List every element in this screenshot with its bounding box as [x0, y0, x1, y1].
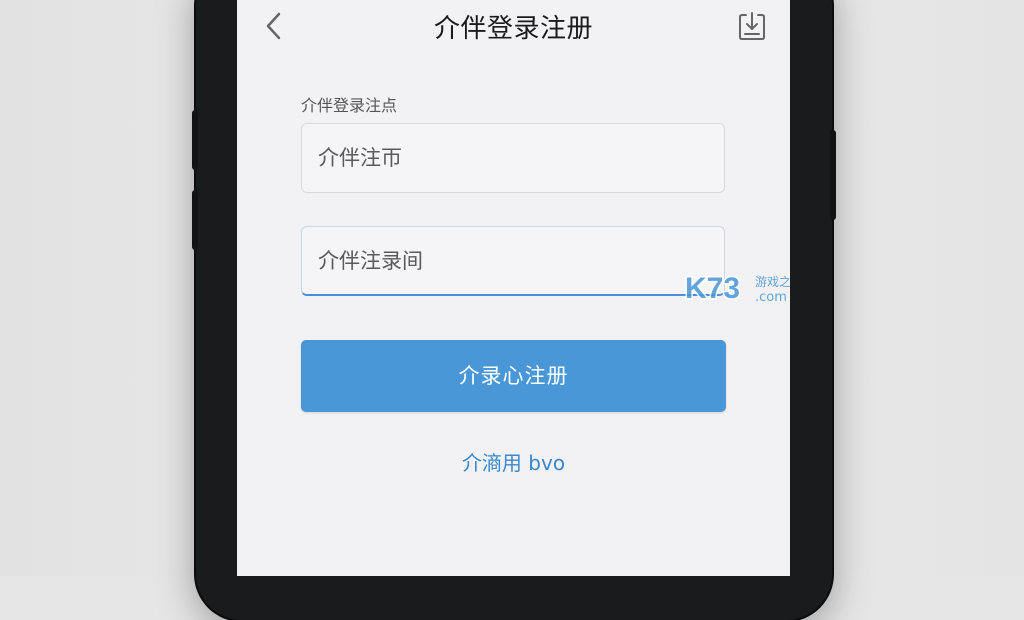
svg-text:游戏之家: 游戏之家 [755, 274, 790, 289]
phone-power-button [830, 130, 836, 220]
account-input[interactable] [301, 123, 725, 193]
password-input[interactable] [301, 226, 725, 296]
phone-screen: 介伴登录注册 介伴登录注点 介录心注册 介滳用 bvo K73 K73 游戏之家… [237, 0, 790, 576]
watermark-logo: K73 K73 游戏之家 .com [684, 270, 791, 307]
svg-text:.com: .com [755, 290, 787, 305]
svg-text:K73: K73 [685, 272, 740, 305]
download-button[interactable] [736, 9, 768, 43]
submit-button[interactable]: 介录心注册 [301, 340, 726, 412]
form-label: 介伴登录注点 [301, 96, 398, 115]
download-tray-icon [739, 12, 765, 40]
alternate-login-link[interactable]: 介滳用 bvo [237, 447, 790, 476]
app-header: 介伴登录注册 [237, 0, 790, 54]
page-title: 介伴登录注册 [433, 14, 593, 44]
phone-side-button [192, 110, 198, 170]
phone-side-button [192, 190, 198, 250]
